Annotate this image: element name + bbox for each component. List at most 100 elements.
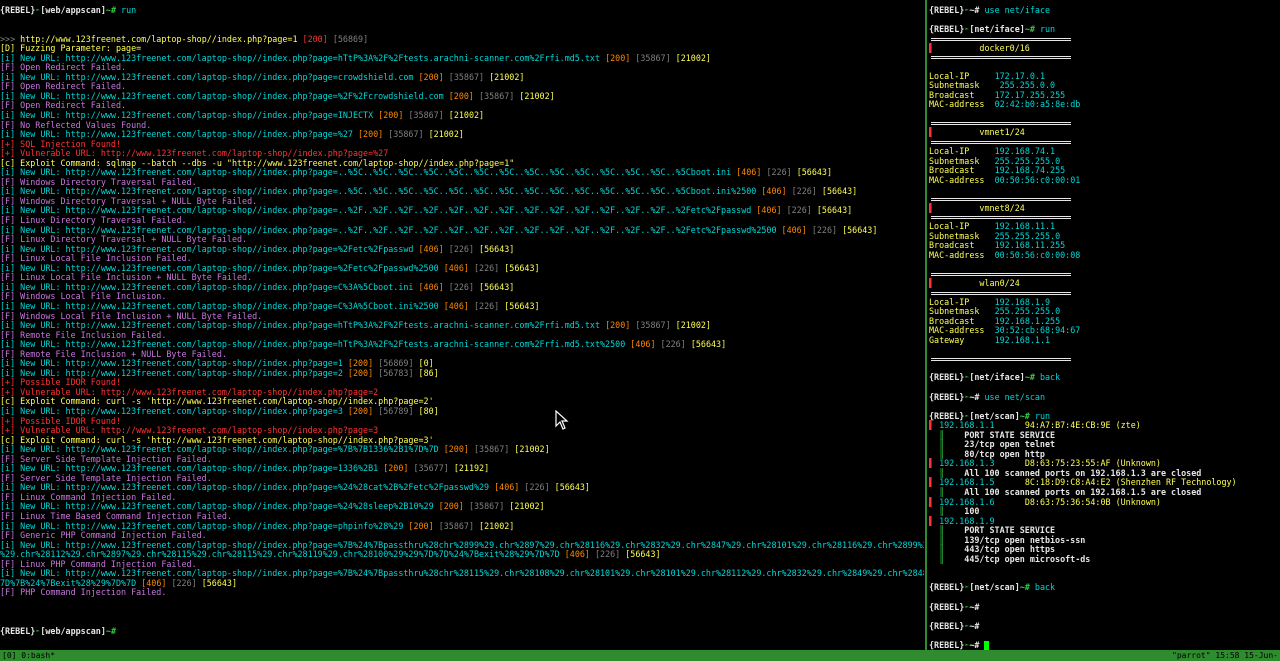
terminal-text: MAC-address [929,174,995,185]
terminal-line: [i] New URL: http://www.123freenet.com/l… [0,71,924,83]
terminal-text: [406] [494,482,525,493]
status-host-clock: "parrot" 15:58 15-Jun- [1172,651,1278,660]
terminal-text: [226] [791,186,822,197]
terminal-text: Broadcast [929,165,995,176]
terminal-text: ~# [969,639,985,650]
terminal-text: Local-IP [929,221,995,232]
terminal-line: {REBEL}➣[net/scan]~# back [929,583,1280,593]
terminal-line: {REBEL}➣~# use net/scan [929,392,1280,403]
terminal-line: [i] New URL: http://www.123freenet.com/l… [0,90,924,102]
terminal-line: {REBEL}➣[net/iface]~# run [929,24,1280,35]
terminal-text: [i] New URL: http://www.123freenet.com/l… [0,205,757,216]
terminal-text: Subnetmask [929,230,995,241]
terminal-text: 443/tcp open https [964,544,1056,555]
terminal-text: [F] Open Redirect Failed. [0,100,127,111]
terminal-text: [56643] [842,224,878,235]
terminal-text: [56643] [796,167,832,178]
left-terminal-pane[interactable]: {REBEL}➣[web/appscan]~# run >>> http://ww… [0,6,924,656]
terminal-text: [200] [347,405,379,416]
terminal-text: 192.168.1.5 [934,477,1025,488]
cursor-block [984,640,990,650]
terminal-text: [21002] [675,320,711,331]
terminal-text: [i] New URL: http://www.123freenet.com/l… [0,71,419,82]
terminal-text: [200] [448,90,480,101]
terminal-text: [i] New URL: http://www.123freenet.com/l… [0,52,606,63]
section-rule [931,291,1071,295]
terminal-text: Local-IP [929,296,995,307]
terminal-text: [i] New URL: http://www.123freenet.com/l… [0,463,384,474]
terminal-text: [226] [473,300,505,311]
terminal-text: [35867] [479,90,520,101]
terminal-text: [56643] [479,281,515,292]
terminal-text: {REBEL} [0,6,36,15]
terminal-text: MAC-address [929,99,995,110]
section-rule [931,56,1071,60]
terminal-text: [+] Vulnerable URL: http://www.123freene… [0,148,389,159]
terminal-text: Broadcast [929,240,995,251]
terminal-text: 255.255.255.0 [994,155,1061,166]
terminal-text: [net/iface] [969,372,1025,383]
terminal-text: [80] [418,405,439,416]
terminal-text: {REBEL} [929,372,965,383]
terminal-text: [web/appscan] [40,625,106,636]
terminal-text: [35867] [468,501,510,512]
terminal-text: 172.17.0.1 [994,70,1045,81]
terminal-text: ~# [1024,372,1040,383]
terminal-text: [i] New URL: http://www.123freenet.com/l… [0,482,495,493]
terminal-text: [F] Linux Local File Inclusion Failed. [0,253,192,264]
terminal-text: [F] Server Side Template Injection Faile… [0,453,212,464]
terminal-text: MAC-address [929,249,995,260]
terminal-text: 23/tcp open telnet [964,439,1056,450]
terminal-text: [406] [443,262,474,273]
terminal-line: {REBEL}➣~# use net/iface [929,6,1280,16]
terminal-text: [56869] [332,33,369,44]
terminal-text: 02:42:b0:a5:8e:db [994,99,1081,110]
pane-divider[interactable] [925,0,927,650]
right-terminal-pane[interactable]: {REBEL}➣~# use net/iface {REBEL}➣[net/ifa… [929,6,1280,656]
terminal-text: [56783] [378,367,419,378]
terminal-text: [406] [564,549,595,560]
terminal-text: Broadcast [929,89,995,100]
terminal-text: [F] Linux Directory Traversal + NULL Byt… [0,234,248,245]
terminal-line: [F] PHP Command Injection Failed. [0,588,924,598]
terminal-text: 00:50:56:c0:00:01 [994,174,1081,185]
terminal-text: {REBEL} [929,639,965,650]
terminal-text: [F] Linux Command Injection Failed. [0,491,177,502]
terminal-text: [F] Open Redirect Failed. [0,62,127,73]
terminal-text: [i] New URL: http://www.123freenet.com/l… [0,501,439,512]
terminal-text: back [1034,582,1056,593]
terminal-line: [i] New URL: http://www.123freenet.com/l… [0,405,924,417]
terminal-line: ▌ 192.168.1.6 D8:63:75:36:54:0B (Unknown… [929,497,1280,508]
terminal-text: [c] Exploit Command: curl -s 'http://www… [0,396,434,407]
status-window-list[interactable]: [0] 0:bash* [2,650,55,661]
terminal-text: ~# [105,625,122,636]
terminal-text: [200] [408,520,439,531]
terminal-text: [i] New URL: http://www.123freenet.com/l… [0,444,444,455]
section-rule [931,141,1071,145]
terminal-text: {REBEL} [929,620,965,631]
terminal-text: Local-IP [929,146,995,157]
terminal-text: docker0/16 [934,42,1030,53]
terminal-text: [c] Exploit Command: sqlmap --batch --db… [0,157,515,168]
terminal-text: ║ [929,506,965,517]
terminal-text: 00:50:56:c0:00:08 [994,249,1081,260]
terminal-text: ║ [929,544,965,555]
terminal-text: [F] Windows Directory Traversal + NULL B… [0,195,258,206]
terminal-text: 192.168.1.9 [994,296,1051,307]
terminal-line: [i] New URL: http://www.123freenet.com/l… [0,52,924,64]
terminal-text: wlan0/24 [934,278,1020,289]
terminal-line: Gateway 192.168.1.1 [929,335,1280,346]
terminal-text: [F] Server Side Template Injection Faile… [0,472,212,483]
terminal-text: >>> [0,33,21,44]
terminal-text: [+] Vulnerable URL: http://www.123freene… [0,386,379,397]
terminal-text: All 100 scanned ports on 192.168.1.5 are… [964,486,1202,497]
terminal-text: Subnetmask [929,80,1000,91]
terminal-text: PORT STATE SERVICE [964,429,1056,440]
terminal-text: [200] [347,367,379,378]
terminal-text: [35867] [408,110,449,121]
section-rule [931,357,1071,361]
